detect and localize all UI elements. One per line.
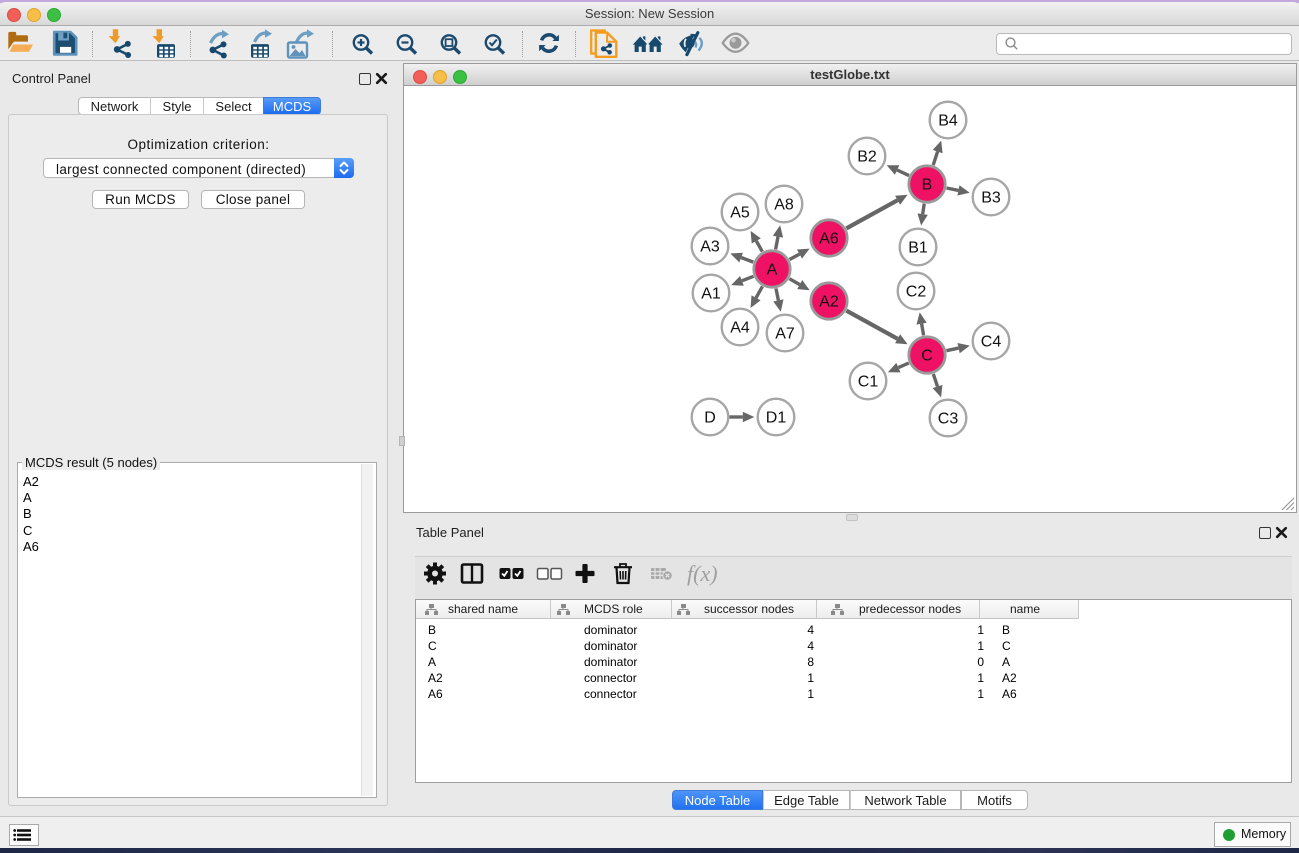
svg-text:A: A: [767, 262, 778, 279]
svg-text:C4: C4: [981, 334, 1002, 351]
svg-text:A5: A5: [730, 205, 750, 222]
svg-text:B4: B4: [938, 113, 958, 130]
svg-text:B2: B2: [857, 149, 877, 166]
svg-text:A1: A1: [701, 286, 721, 303]
svg-text:D1: D1: [766, 410, 787, 427]
svg-text:C2: C2: [906, 284, 927, 301]
svg-text:f(x): f(x): [687, 561, 718, 586]
svg-text:B: B: [922, 177, 933, 194]
svg-text:C3: C3: [938, 411, 959, 428]
svg-text:A2: A2: [819, 294, 839, 311]
svg-text:D: D: [704, 410, 716, 427]
svg-text:C1: C1: [858, 374, 879, 391]
svg-text:A3: A3: [700, 239, 720, 256]
svg-text:A4: A4: [730, 320, 750, 337]
svg-text:C: C: [921, 348, 933, 365]
svg-text:A8: A8: [774, 197, 794, 214]
svg-text:B1: B1: [908, 240, 928, 257]
svg-text:A6: A6: [819, 231, 839, 248]
svg-text:B3: B3: [981, 190, 1001, 207]
svg-text:A7: A7: [775, 326, 795, 343]
